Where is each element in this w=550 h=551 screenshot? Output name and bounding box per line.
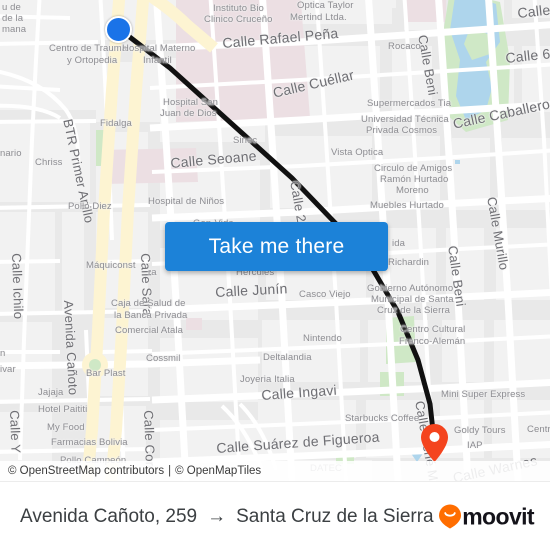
trip-origin-label: Avenida Cañoto, 259 (20, 505, 198, 527)
trip-summary: Avenida Cañoto, 259 → Santa Cruz de la S… (20, 506, 434, 528)
moovit-pin-icon (439, 504, 462, 529)
map-canvas[interactable]: .blk { fill:#f2f2f2; stroke:none; } .rdm… (0, 0, 550, 481)
moovit-logo[interactable]: moovit (439, 503, 535, 530)
map-attribution: © OpenStreetMap contributors | © OpenMap… (0, 461, 550, 481)
origin-marker[interactable] (105, 16, 132, 43)
arrow-right-icon: → (207, 505, 227, 527)
moovit-wordmark: moovit (462, 503, 534, 529)
destination-pin-icon[interactable] (421, 424, 448, 462)
trip-destination-label: Santa Cruz de la Sierra (236, 505, 434, 527)
take-me-there-label: Take me there (208, 234, 345, 258)
moovit-trip-map-screen: .blk { fill:#f2f2f2; stroke:none; } .rdm… (0, 0, 550, 551)
take-me-there-button[interactable]: Take me there (165, 222, 388, 271)
trip-footer-bar: Avenida Cañoto, 259 → Santa Cruz de la S… (0, 481, 550, 551)
attribution-separator: | (168, 465, 172, 477)
osm-attribution-link[interactable]: © OpenStreetMap contributors (8, 465, 164, 477)
openmaptiles-attribution-link[interactable]: © OpenMapTiles (175, 465, 261, 477)
